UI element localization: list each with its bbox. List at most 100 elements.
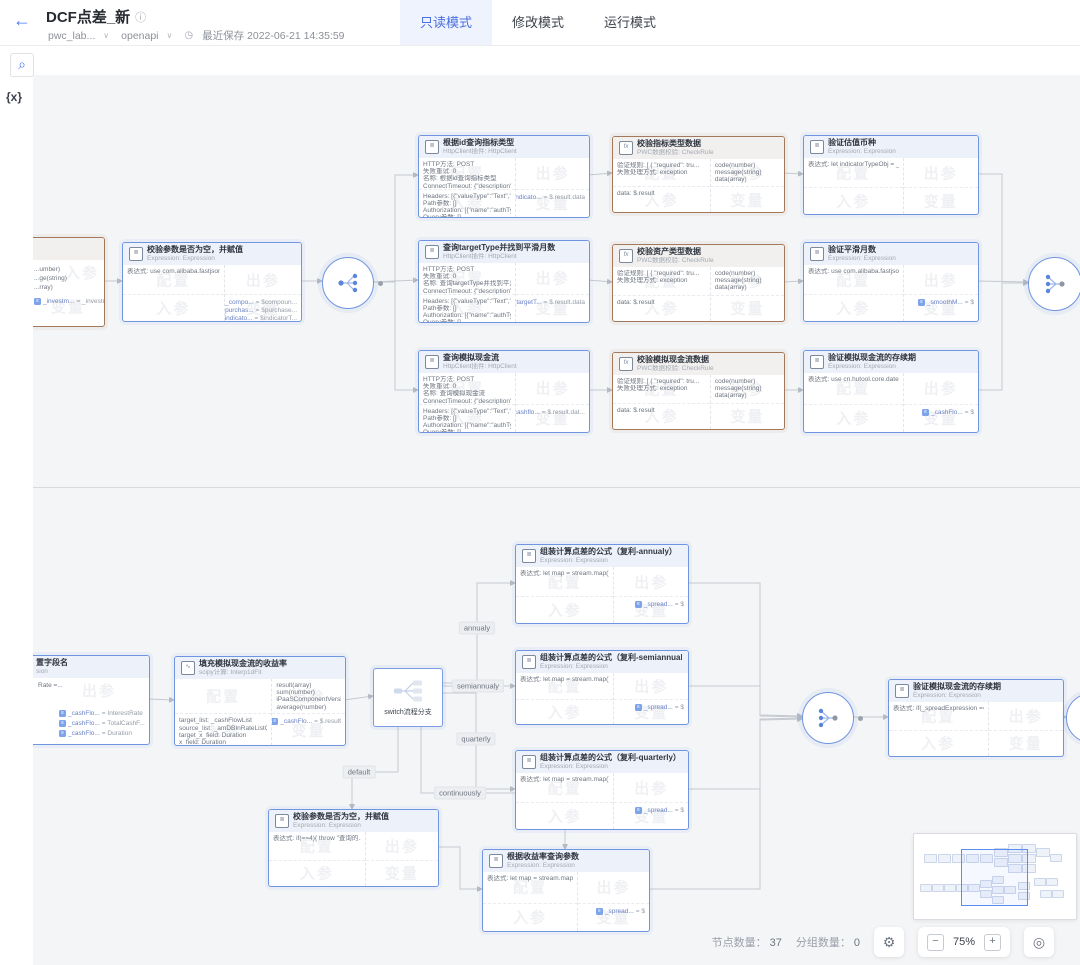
node-title: 校验指标类型数据 bbox=[637, 139, 714, 149]
switch-branch-node[interactable]: switch流程分支 bbox=[373, 668, 443, 727]
node-body: 配置验证规则: [ { "required": tru...失败处理方式: ex… bbox=[613, 159, 784, 212]
variable-tag-name: _cashFlo... bbox=[68, 720, 100, 727]
node-config-line: 表达式: let map = stream.map()... bbox=[520, 570, 609, 577]
variable-tag-value: = $purchase... bbox=[256, 307, 297, 314]
node-subtitle: scipy计算: Interp1dFit bbox=[199, 669, 287, 677]
node-config-line: HTTP方法: POST bbox=[423, 161, 511, 168]
node-config-line: 失败重试: 0 bbox=[423, 168, 511, 175]
input-quadrant: 入参data: $.result bbox=[613, 187, 710, 212]
split-top-connector[interactable] bbox=[322, 257, 374, 309]
variable-tag: ≡_targetT...= $.result.data bbox=[520, 299, 585, 306]
validate-asset-type-data-node[interactable]: fx 校验资产类型数据PWC数据校验: CheckRule 配置验证规则: [ { … bbox=[612, 244, 785, 322]
node-body: 配置表达式: let indicatorTypeObj = _i...入参出参变… bbox=[804, 158, 978, 214]
node-config-line: source_list: _amDBInRateListGro... bbox=[179, 725, 267, 732]
node-config-line: 表达式: use cn.hutool.core.date... bbox=[808, 376, 899, 383]
node-body: 配置表达式: use com.alibaba.fastjson...入参出参变量… bbox=[123, 265, 301, 321]
watermark-text: 出参 bbox=[634, 571, 668, 592]
node-body-right: 出参变量 bbox=[366, 832, 438, 886]
verify-sim-cashflow-duration-top-node[interactable]: ≣验证模拟现金流的存续期Expression: Expression配置表达式:… bbox=[803, 350, 979, 433]
expression-node-icon: ≣ bbox=[522, 549, 536, 563]
query-indicator-type-node[interactable]: ≣根据id查询指标类型HttpClient插件: HttpClient配置HTT… bbox=[418, 135, 590, 218]
variable-tag-value: = $compoun... bbox=[256, 299, 297, 306]
node-config-line: data: $.result bbox=[617, 407, 706, 414]
node-body-left: 配置验证规则: [ { "required": tru...失败处理方式: ex… bbox=[613, 267, 711, 321]
node-config-line: Query参数: [] bbox=[423, 214, 511, 217]
validate-sim-cashflow-data-node[interactable]: fx校验模拟现金流数据PWC数据校验: CheckRule配置验证规则: [ {… bbox=[612, 352, 785, 430]
node-config-line: Query参数: [] bbox=[423, 319, 511, 322]
flow-canvas[interactable]: 节点数量：37 分组数量：0 ⚙ − 75% + ◎ 入参变量...umber)… bbox=[33, 75, 1080, 965]
watermark-text: 变量 bbox=[730, 298, 764, 319]
node-title: 根据收益率查询参数 bbox=[507, 852, 579, 862]
variable-tag: ≡_cashFlo...= Duration bbox=[59, 730, 132, 737]
node-config-line: average(number) bbox=[276, 704, 341, 711]
node-body: 配置入参target_list: _cashFlowListsource_lis… bbox=[175, 679, 345, 745]
assemble-spread-formula-quarterly-node[interactable]: ≣组装计算点差的公式（复利-quarterly）Expression: Expr… bbox=[515, 750, 689, 830]
merge-bottom-connector[interactable] bbox=[802, 692, 854, 744]
node-body: 配置表达式: let map = stream.map()...入参出参变量≡_… bbox=[483, 872, 649, 931]
zoom-in-button[interactable]: + bbox=[984, 934, 1001, 951]
assemble-spread-formula-semiannualy-node[interactable]: ≣组装计算点差的公式（复利-semiannualy）Expression: Ex… bbox=[515, 650, 689, 725]
node-subtitle: Expression: Expression bbox=[828, 255, 896, 263]
config-quadrant: 配置表达式: if(==4){ throw "查询的... bbox=[269, 832, 365, 861]
variable-tag-value: = TotalCashF... bbox=[102, 720, 145, 727]
tab-run-mode[interactable]: 运行模式 bbox=[584, 0, 676, 45]
tab-edit-mode[interactable]: 修改模式 bbox=[492, 0, 584, 45]
output-quadrant: 出参 bbox=[904, 158, 978, 188]
query-params-by-yield-node[interactable]: ≣根据收益率查询参数Expression: Expression配置表达式: l… bbox=[482, 849, 650, 932]
verify-valuation-currency-node[interactable]: ≣验证估值币种Expression: Expression配置表达式: let … bbox=[803, 135, 979, 215]
node-header-text: 校验资产类型数据PWC数据校验: CheckRule bbox=[637, 247, 714, 265]
node-body-left: 配置表达式: use com.alibaba.fastjson...入参 bbox=[804, 265, 904, 321]
node-body-right: 出参变量 bbox=[989, 702, 1063, 756]
verify-smooth-months-node[interactable]: ≣验证平滑月数Expression: Expression配置表达式: use … bbox=[803, 242, 979, 322]
set-field-name-node[interactable]: 置字段名sion出参Rate =...≡_cashFlo...= Interes… bbox=[33, 655, 150, 745]
node-config-line: HTTP方法: POST bbox=[423, 266, 511, 273]
node-subtitle: PWC数据校验: CheckRule bbox=[637, 149, 714, 157]
validate-indicator-type-data-node[interactable]: fx校验指标类型数据PWC数据校验: CheckRule配置验证规则: [ { … bbox=[612, 136, 785, 213]
variable-tag-name: _cashflo... bbox=[516, 409, 539, 416]
output-quadrant: 出参 bbox=[614, 773, 688, 803]
query-targettype-smooth-months-node[interactable]: ≣查询targetType并找到平滑月数HttpClient插件: HttpCl… bbox=[418, 240, 590, 323]
http-node-icon: ≣ bbox=[425, 355, 439, 369]
upstream-check-node[interactable]: 入参变量...umber)...ge(string)...rray)≡_inve… bbox=[33, 237, 105, 327]
tab-readonly-mode[interactable]: 只读模式 bbox=[400, 0, 492, 45]
node-subtitle: Expression: Expression bbox=[540, 663, 682, 671]
node-config-line: iPaaSComponentVersion(string) bbox=[276, 696, 341, 703]
split-connector-icon bbox=[335, 270, 361, 296]
variable-tag: ≡_cashFlo...= $.result bbox=[276, 718, 341, 725]
settings-button[interactable]: ⚙ bbox=[874, 927, 904, 957]
assemble-spread-formula-annualy-node[interactable]: ≣组装计算点差的公式（复利-annualy）Expression: Expres… bbox=[515, 544, 689, 624]
zoom-out-button[interactable]: − bbox=[927, 934, 944, 951]
check-rule-node-icon: fx bbox=[619, 249, 633, 263]
watermark-text: 入参 bbox=[836, 298, 870, 319]
watermark-text: 入参 bbox=[548, 702, 582, 723]
search-button[interactable]: ⌕ bbox=[10, 53, 34, 77]
workspace-select[interactable]: pwc_lab... bbox=[48, 30, 95, 42]
check-params-assign-bottom-node[interactable]: ≣校验参数是否为空，并赋值Expression: Expression配置表达式… bbox=[268, 809, 439, 887]
input-quadrant: 入参data: $.result bbox=[613, 296, 710, 321]
watermark-text: 入参 bbox=[65, 262, 99, 283]
minimap-node bbox=[1052, 890, 1064, 898]
node-header: ≣验证模拟现金流的存续期Expression: Expression bbox=[804, 351, 978, 373]
node-config-line: message(string) bbox=[715, 277, 780, 284]
fill-cashflow-yield-node[interactable]: ∿填充模拟现金流的收益率scipy计算: Interp1dFit配置入参targ… bbox=[174, 656, 346, 746]
locate-button[interactable]: ◎ bbox=[1024, 927, 1054, 957]
variable-panel-icon[interactable]: {x} bbox=[6, 90, 22, 104]
node-config-line: 验证规则: [ { "required": tru... bbox=[617, 378, 706, 385]
node-body-right: 出参变量≡_compo...= $compoun...≡_purchas...=… bbox=[225, 265, 301, 321]
api-select[interactable]: openapi bbox=[121, 30, 158, 42]
query-simulated-cashflow-node[interactable]: ≣查询模拟现金流HttpClient插件: HttpClient配置HTTP方法… bbox=[418, 350, 590, 433]
node-subtitle: HttpClient插件: HttpClient bbox=[443, 253, 555, 261]
config-quadrant: 配置表达式: let map = stream.map()... bbox=[516, 773, 613, 803]
info-icon[interactable]: ⓘ bbox=[135, 9, 146, 25]
minimap-node bbox=[1040, 890, 1052, 898]
merge-top-connector[interactable] bbox=[1028, 257, 1080, 311]
variable-tag: ≡_spread...= $ bbox=[582, 908, 645, 915]
check-params-assign-top-node[interactable]: ≣校验参数是否为空，并赋值Expression: Expression配置表达式… bbox=[122, 242, 302, 322]
watermark-text: 配置 bbox=[206, 686, 240, 707]
node-body-left: 配置表达式: let map = stream.map()...入参 bbox=[516, 673, 614, 724]
verify-sim-cashflow-duration-bottom-node[interactable]: ≣验证模拟现金流的存续期Expression: Expression配置表达式:… bbox=[888, 679, 1064, 757]
back-icon[interactable]: ← bbox=[13, 10, 31, 31]
minimap[interactable] bbox=[913, 833, 1077, 920]
minimap-viewport[interactable] bbox=[961, 849, 1028, 906]
minimap-node bbox=[1036, 848, 1050, 857]
